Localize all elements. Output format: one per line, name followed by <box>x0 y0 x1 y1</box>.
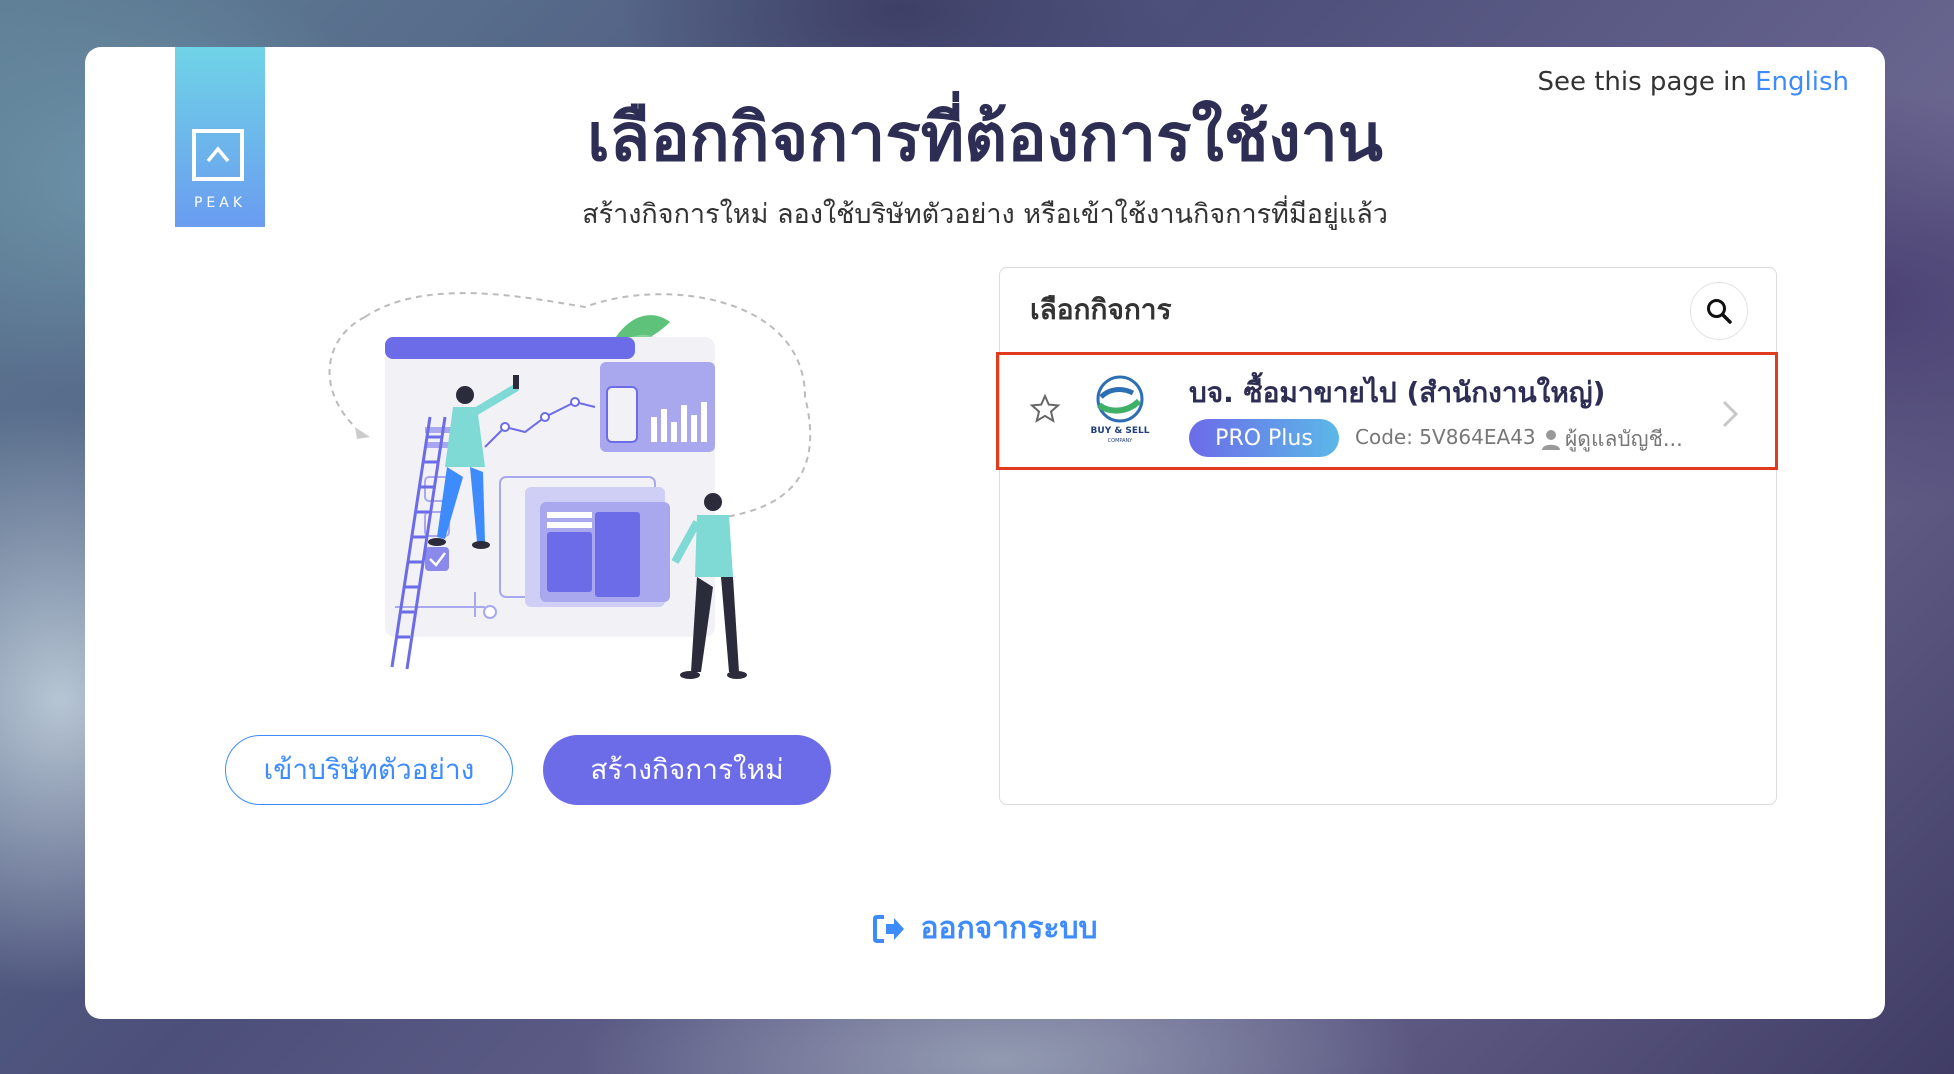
user-role-text: ผู้ดูแลบัญชี... <box>1565 427 1683 451</box>
favorite-star-icon[interactable] <box>1029 393 1061 425</box>
company-name: บจ. ซื้อมาขายไป (สำนักงานใหญ่) <box>1189 376 1606 409</box>
business-select-card: PEAK See this page in English เลือกกิจกา… <box>85 47 1885 1019</box>
chevron-right-icon <box>1722 400 1739 428</box>
page-subtitle: สร้างกิจการใหม่ ลองใช้บริษัทตัวอย่าง หรื… <box>582 199 1388 230</box>
logout-link[interactable]: ออกจากระบบ <box>85 905 1885 952</box>
company-logo: BUY & SELL COMPANY <box>1091 375 1150 444</box>
logout-label: ออกจากระบบ <box>920 911 1098 946</box>
create-business-button[interactable]: สร้างกิจการใหม่ <box>543 735 831 805</box>
demo-company-button[interactable]: เข้าบริษัทตัวอย่าง <box>225 735 513 805</box>
company-logo-subtext: COMPANY <box>1108 438 1134 444</box>
business-panel-title: เลือกกิจการ <box>1030 293 1172 326</box>
company-code: Code: 5V864EA43 <box>1355 425 1536 449</box>
page-title: เลือกกิจการที่ต้องการใช้งาน <box>587 99 1383 176</box>
company-logo-text: BUY & SELL <box>1091 426 1150 436</box>
business-list-item[interactable]: BUY & SELL COMPANY บจ. ซื้อมาขายไป (สำนั… <box>996 352 1778 470</box>
business-panel: เลือกกิจการ BUY & SELL COMPANY บจ. ซื้อม… <box>996 267 1778 805</box>
search-icon <box>1707 299 1732 324</box>
plan-badge: PRO Plus <box>1189 419 1339 457</box>
search-button[interactable] <box>1690 282 1748 340</box>
user-role: ผู้ดูแลบัญชี... <box>1541 423 1683 456</box>
logout-icon <box>873 914 905 943</box>
user-icon <box>1542 429 1560 450</box>
business-illustration <box>328 292 812 679</box>
